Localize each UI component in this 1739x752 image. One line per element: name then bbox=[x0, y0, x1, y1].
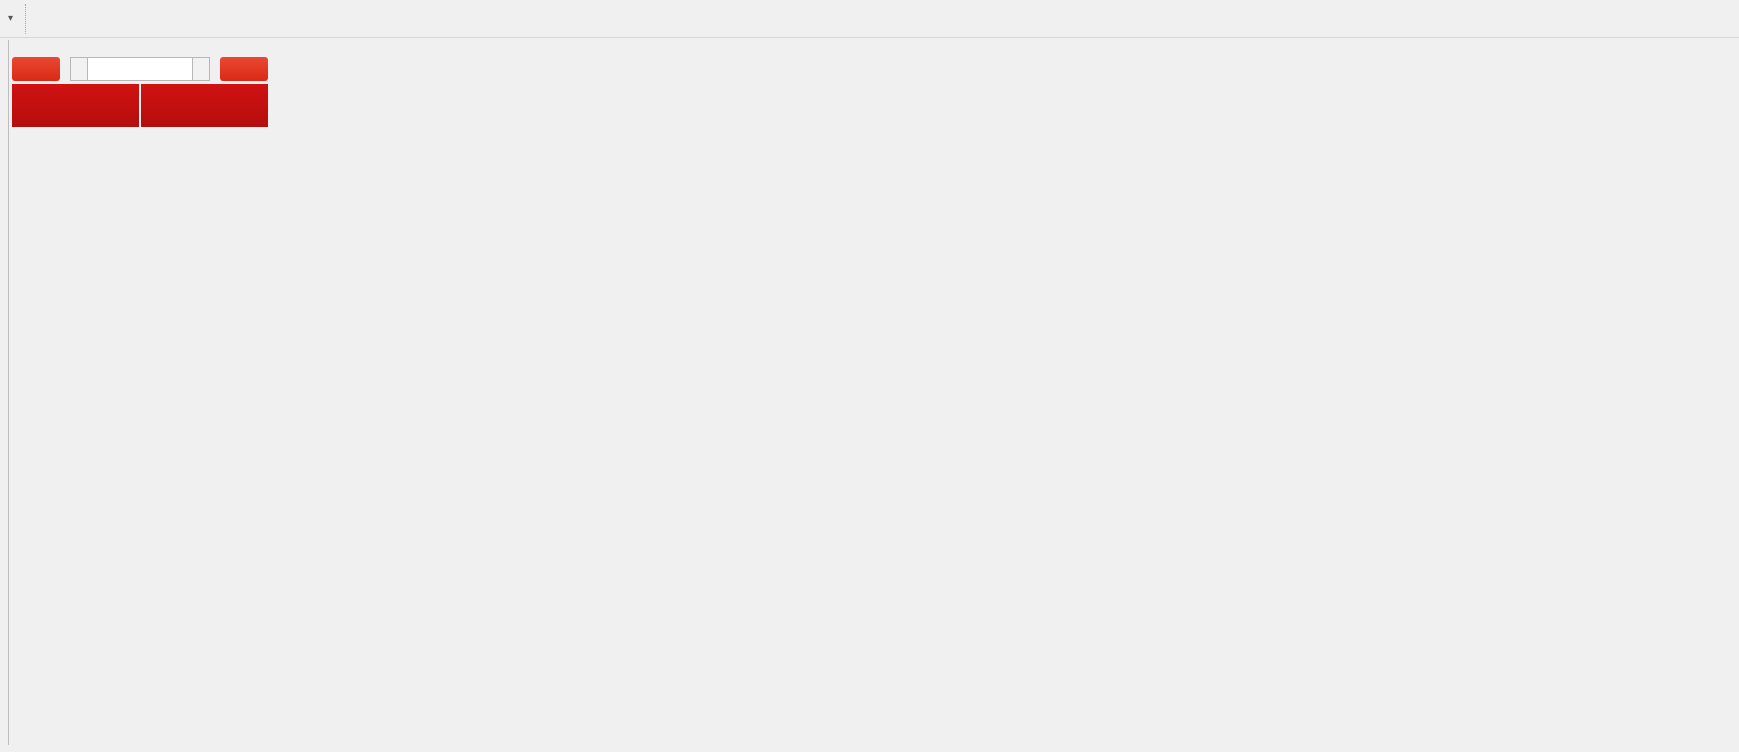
sell-button[interactable] bbox=[12, 57, 60, 81]
buy-button[interactable] bbox=[220, 57, 268, 81]
buy-price-button[interactable] bbox=[141, 84, 268, 127]
one-click-trade-panel bbox=[12, 57, 268, 127]
volume-increase-button[interactable] bbox=[192, 57, 210, 81]
volume-input[interactable] bbox=[88, 57, 192, 81]
volume-decrease-button[interactable] bbox=[70, 57, 88, 81]
sell-price-button[interactable] bbox=[12, 84, 139, 127]
